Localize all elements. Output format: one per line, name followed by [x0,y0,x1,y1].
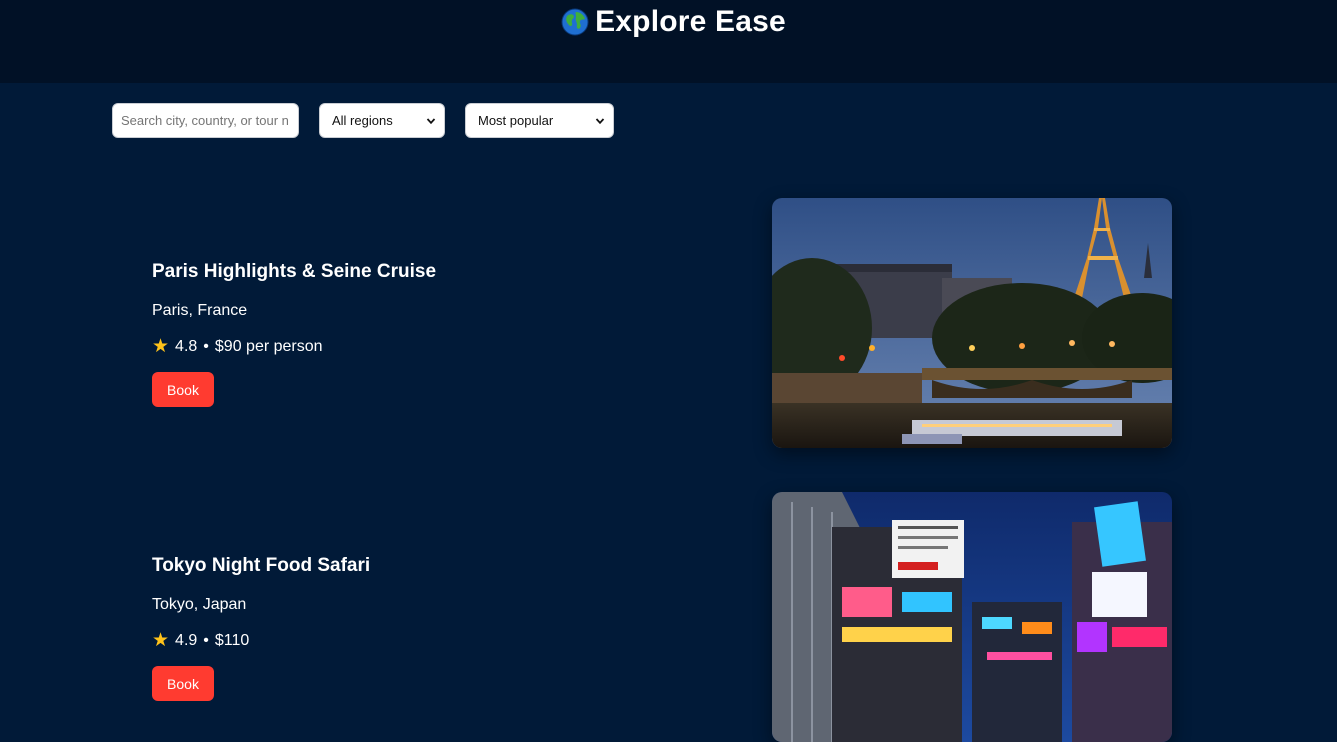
separator-dot: • [203,632,209,649]
tour-image-paris [772,198,1172,448]
site-header: Explore Ease [0,0,1337,83]
chevron-down-icon [426,117,436,124]
tour-meta: ★ 4.9 • $110 [152,630,370,651]
separator-dot: • [203,338,209,355]
sort-select-value: Most popular [478,113,554,128]
star-icon: ★ [152,336,170,357]
tour-meta: ★ 4.8 • $90 per person [152,336,436,357]
tour-title: Paris Highlights & Seine Cruise [152,261,437,282]
globe-icon [561,8,589,36]
sort-select[interactable]: Most popular [465,103,614,138]
tour-location: Paris, France [152,302,248,319]
star-icon: ★ [152,630,170,651]
tour-rating: 4.8 [175,338,198,355]
tour-title: Tokyo Night Food Safari [152,555,371,576]
tour-info: Tokyo Night Food Safari Tokyo, Japan ★ 4… [152,555,370,701]
book-button[interactable]: Book [152,372,214,407]
book-button[interactable]: Book [152,666,214,701]
tour-location: Tokyo, Japan [152,596,247,613]
region-select[interactable]: All regions [319,103,445,138]
tour-image-tokyo [772,492,1172,742]
filter-bar: All regions Most popular [112,103,614,138]
tour-info: Paris Highlights & Seine Cruise Paris, F… [152,261,436,407]
tour-price: $110 [214,632,250,649]
tour-rating: 4.9 [175,632,198,649]
search-input[interactable] [112,103,299,138]
chevron-down-icon [595,117,605,124]
region-select-value: All regions [332,113,393,128]
page-title: Explore Ease [595,5,786,38]
brand: Explore Ease [561,0,786,44]
tour-price: $90 per person [214,338,323,355]
